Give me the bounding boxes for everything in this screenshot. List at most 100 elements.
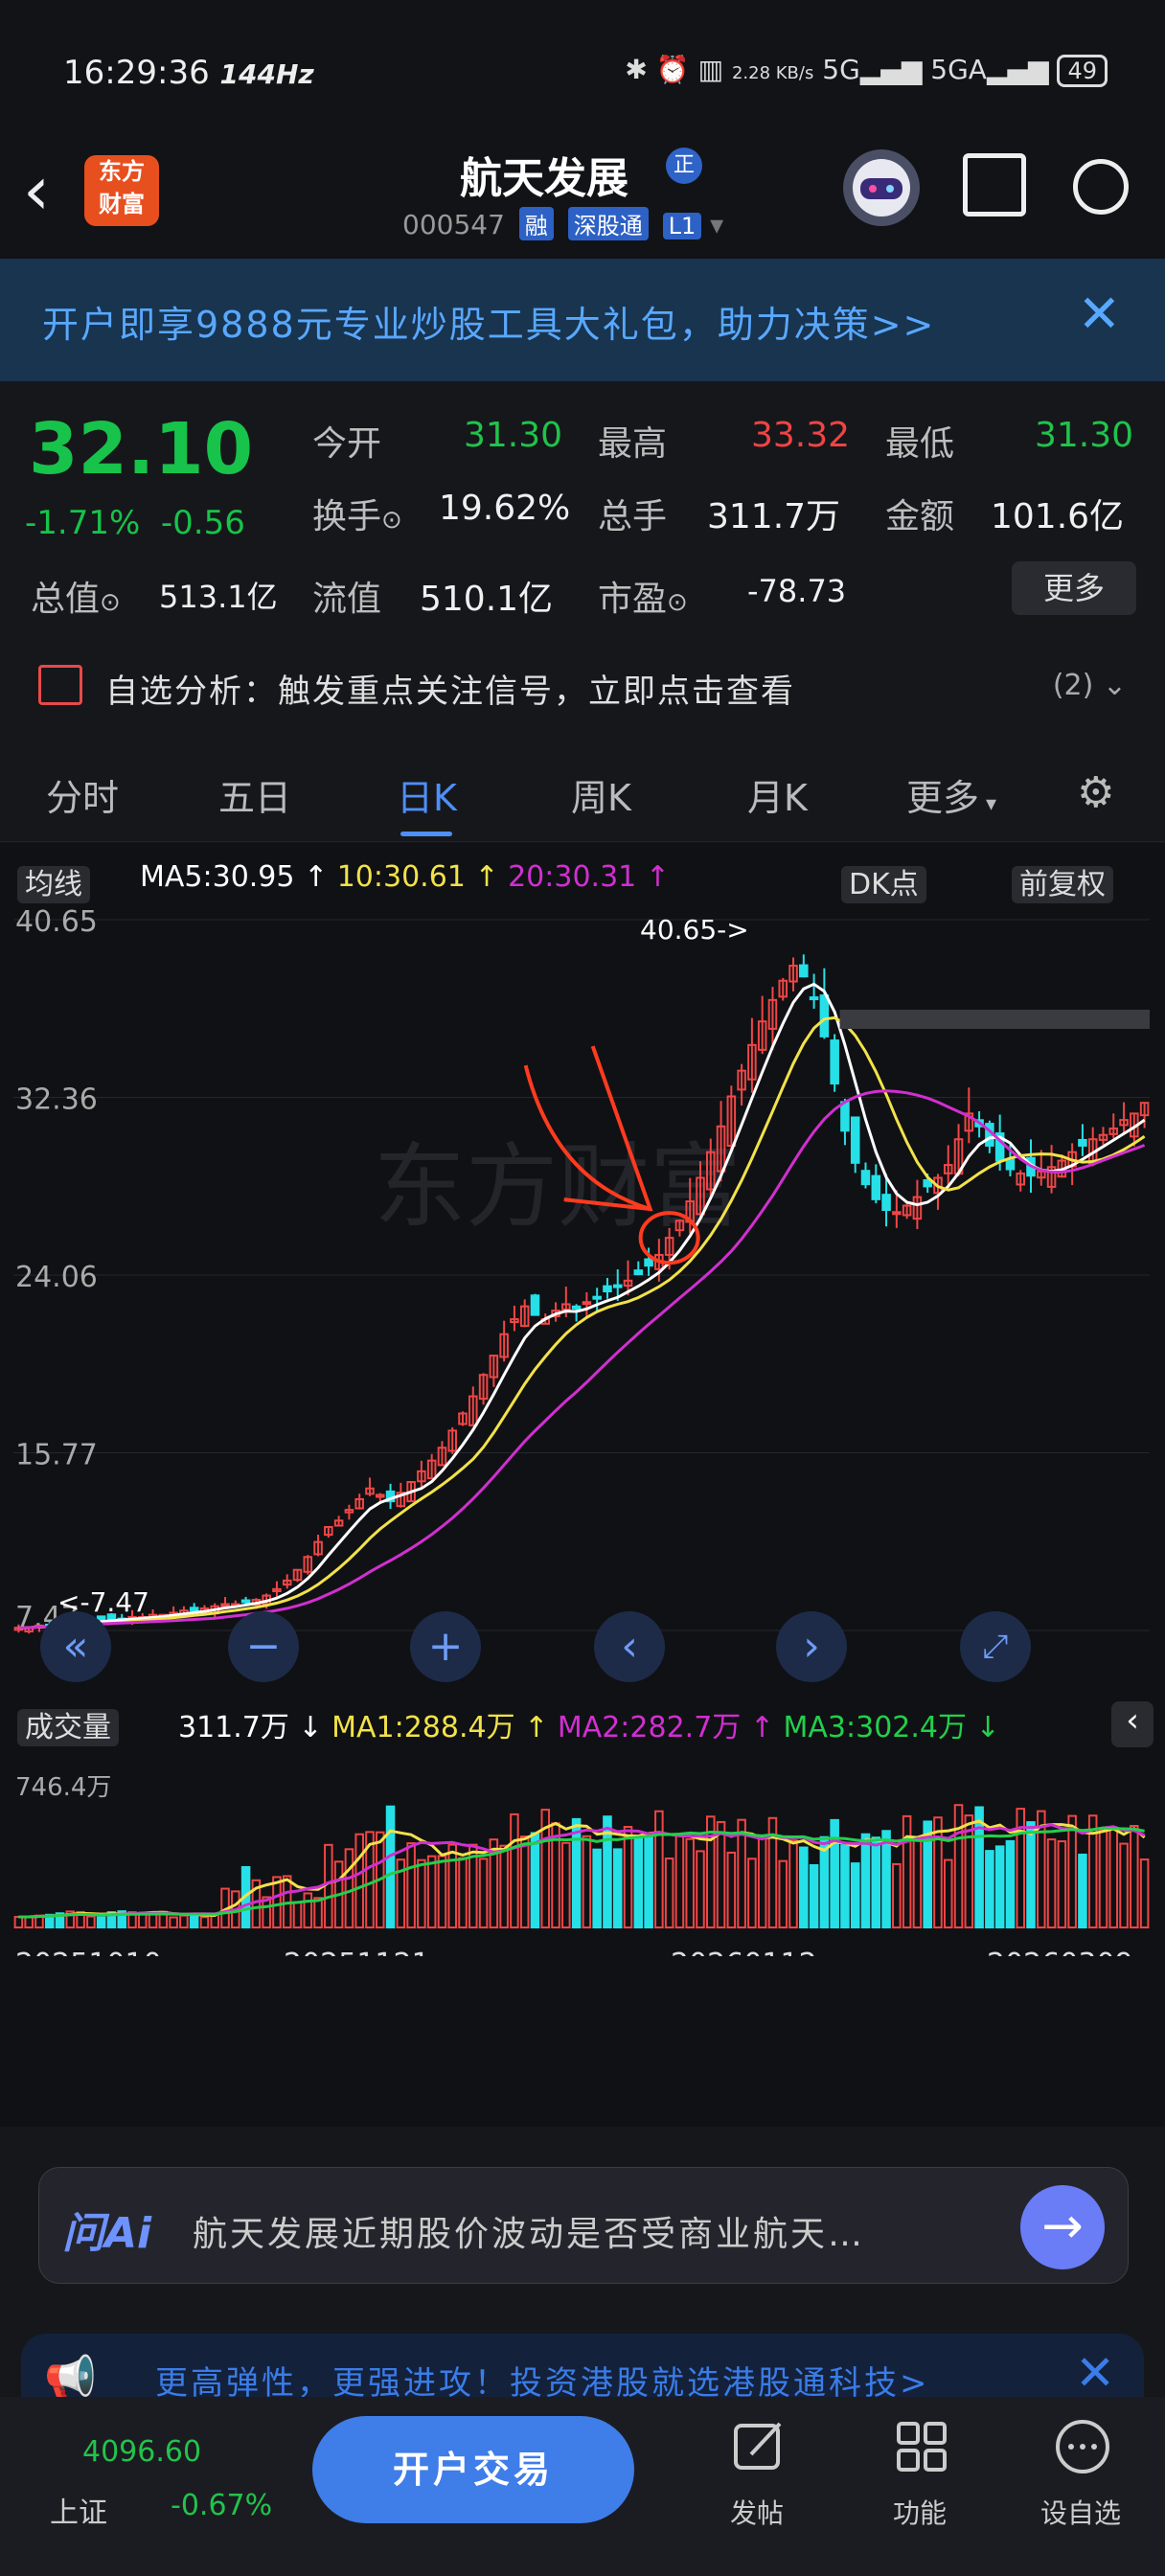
tab-five-day[interactable]: 五日: [218, 768, 291, 821]
analysis-count: (2) ⌄: [1052, 669, 1127, 702]
settings-gear-icon[interactable]: ⚙: [1077, 768, 1114, 817]
ai-question-text: 航天发展近期股价波动是否受商业航天…: [193, 2215, 866, 2254]
candlestick-chart[interactable]: 40.6532.3624.0615.777.47东方财富40.65-><-7.4…: [0, 902, 1165, 1956]
info-icon[interactable]: ⊙: [381, 506, 402, 535]
value-market-cap: 513.1亿: [159, 579, 278, 615]
y-tick-label: 40.65: [15, 905, 98, 939]
info-icon[interactable]: ⊙: [100, 588, 121, 617]
alarm-icon: ⏰: [655, 54, 690, 85]
volume-bar: [510, 1812, 519, 1928]
volume-bar: [1057, 1840, 1067, 1928]
ma-legend: MA5:30.95 ↑ 10:30.61 ↑ 20:30.31 ↑: [140, 860, 670, 894]
volume-bar: [685, 1837, 695, 1929]
share-icon[interactable]: [963, 153, 1026, 217]
zoom-in-icon[interactable]: +: [410, 1611, 481, 1682]
grid-icon[interactable]: [893, 2418, 950, 2475]
volume-bar: [943, 1858, 953, 1928]
volume-bar: [726, 1851, 737, 1928]
fullscreen-icon[interactable]: ⤢: [960, 1611, 1031, 1682]
volume-bar: [860, 1833, 871, 1929]
more-button[interactable]: 更多: [1012, 561, 1136, 615]
close-icon[interactable]: ✕: [1078, 284, 1121, 344]
zoom-out-icon[interactable]: −: [228, 1611, 299, 1682]
tab-monthly-k[interactable]: 月K: [747, 768, 808, 821]
value-turnover: 19.62%: [439, 489, 571, 528]
candle-body: [860, 1170, 871, 1186]
ma-selector[interactable]: 均线: [17, 860, 90, 903]
adjust-selector[interactable]: 前复权: [1012, 860, 1113, 903]
scroll-left-icon[interactable]: ‹: [594, 1611, 665, 1682]
vol-ma1: MA1:288.4万: [331, 1711, 515, 1744]
volume-bar: [1108, 1827, 1119, 1928]
tab-intraday[interactable]: 分时: [46, 768, 119, 821]
tag-margin: 融: [518, 207, 554, 240]
robot-assistant-icon[interactable]: [843, 149, 920, 226]
promo-banner[interactable]: 开户即享9888元专业炒股工具大礼包，助力决策>> ✕: [0, 259, 1165, 381]
search-icon[interactable]: [1073, 159, 1129, 215]
info-icon[interactable]: ⊙: [667, 588, 688, 617]
value-amount: 101.6亿: [991, 497, 1125, 536]
tab-weekly-k[interactable]: 周K: [571, 768, 631, 821]
stock-code-row[interactable]: 000547 融 深股通 L1 ▾: [402, 207, 723, 240]
candle-body: [1005, 1158, 1016, 1171]
volume-selector[interactable]: 成交量: [17, 1703, 119, 1746]
volume-bar: [612, 1848, 623, 1929]
megaphone-icon: 📢: [44, 2354, 97, 2403]
volume-bar: [974, 1806, 984, 1929]
candle-body: [612, 1284, 623, 1288]
volume-bar: [406, 1842, 416, 1928]
volume-bar: [303, 1892, 313, 1929]
label-float-cap: 流值: [312, 580, 382, 619]
tab-daily-k[interactable]: 日K: [397, 768, 457, 821]
value-volume: 311.7万: [707, 497, 841, 536]
kline-chart-area: 均线 MA5:30.95 ↑ 10:30.61 ↑ 20:30.31 ↑ DK点…: [0, 843, 1165, 2127]
candle-body: [189, 1607, 199, 1612]
more-icon[interactable]: [1054, 2418, 1111, 2475]
index-change[interactable]: -0.67%: [171, 2489, 272, 2522]
status-bar: 16:29:36 144Hz ✱ ⏰ ▥ 2.28 KB/s 5G▂▄▆ 5GA…: [0, 0, 1165, 144]
label-market-cap: 总值⊙: [31, 580, 121, 619]
ma10-line: [18, 1015, 1146, 1630]
watchlist-analysis[interactable]: 自选分析：触发重点关注信号，立即点击查看 (2) ⌄: [0, 640, 1165, 736]
eastmoney-logo[interactable]: 东方 财富: [84, 155, 159, 226]
volume-bar: [1130, 1825, 1139, 1929]
nav-functions[interactable]: 功能: [893, 2493, 947, 2531]
value-pe: -78.73: [747, 573, 847, 609]
ma5-line: [18, 982, 1146, 1630]
volume-bar: [778, 1859, 788, 1928]
open-account-trade-button[interactable]: 开户交易: [312, 2416, 634, 2523]
volume-bar: [417, 1858, 426, 1928]
volume-bar: [324, 1843, 333, 1929]
value-high: 33.32: [751, 416, 851, 455]
tab-more[interactable]: 更多 ▾: [906, 768, 996, 821]
label-volume: 总手: [598, 497, 668, 536]
nav-post[interactable]: 发帖: [730, 2493, 784, 2531]
candle-body: [644, 1258, 653, 1267]
scroll-left-fast-icon[interactable]: «: [40, 1611, 111, 1682]
volume-total: 311.7万: [178, 1711, 289, 1744]
volume-bar: [654, 1810, 664, 1929]
top-bar: ‹ 东方 财富 航天发展 正 000547 融 深股通 L1 ▾: [0, 144, 1165, 259]
nav-add-watchlist[interactable]: 设自选: [1040, 2493, 1121, 2531]
close-icon[interactable]: ✕: [1075, 2345, 1115, 2401]
collapse-icon[interactable]: ‹: [1111, 1701, 1154, 1747]
candle-body: [530, 1294, 540, 1316]
volume-bar: [623, 1826, 633, 1929]
volume-bar: [933, 1816, 943, 1929]
arrow-right-icon[interactable]: →: [1020, 2185, 1105, 2269]
scroll-right-icon[interactable]: ›: [776, 1611, 847, 1682]
analysis-text: 自选分析：触发重点关注信号，立即点击查看: [105, 672, 795, 711]
volume-bar: [674, 1833, 685, 1929]
ai-question-bar[interactable]: 问Ai 航天发展近期股价波动是否受商业航天… →: [38, 2167, 1129, 2284]
y-tick-label: 32.36: [15, 1083, 98, 1117]
edit-icon[interactable]: [730, 2418, 788, 2475]
volume-bar: [169, 1916, 178, 1929]
label-turnover: 换手⊙: [312, 497, 402, 536]
index-name[interactable]: 上证: [50, 2489, 107, 2531]
candle-body: [840, 1101, 850, 1132]
volume-bar: [809, 1863, 819, 1929]
chevron-left-icon[interactable]: ‹: [23, 151, 50, 230]
dk-selector[interactable]: DK点: [841, 860, 926, 903]
index-value[interactable]: 4096.60: [82, 2435, 201, 2469]
volume-bar: [148, 1912, 158, 1928]
